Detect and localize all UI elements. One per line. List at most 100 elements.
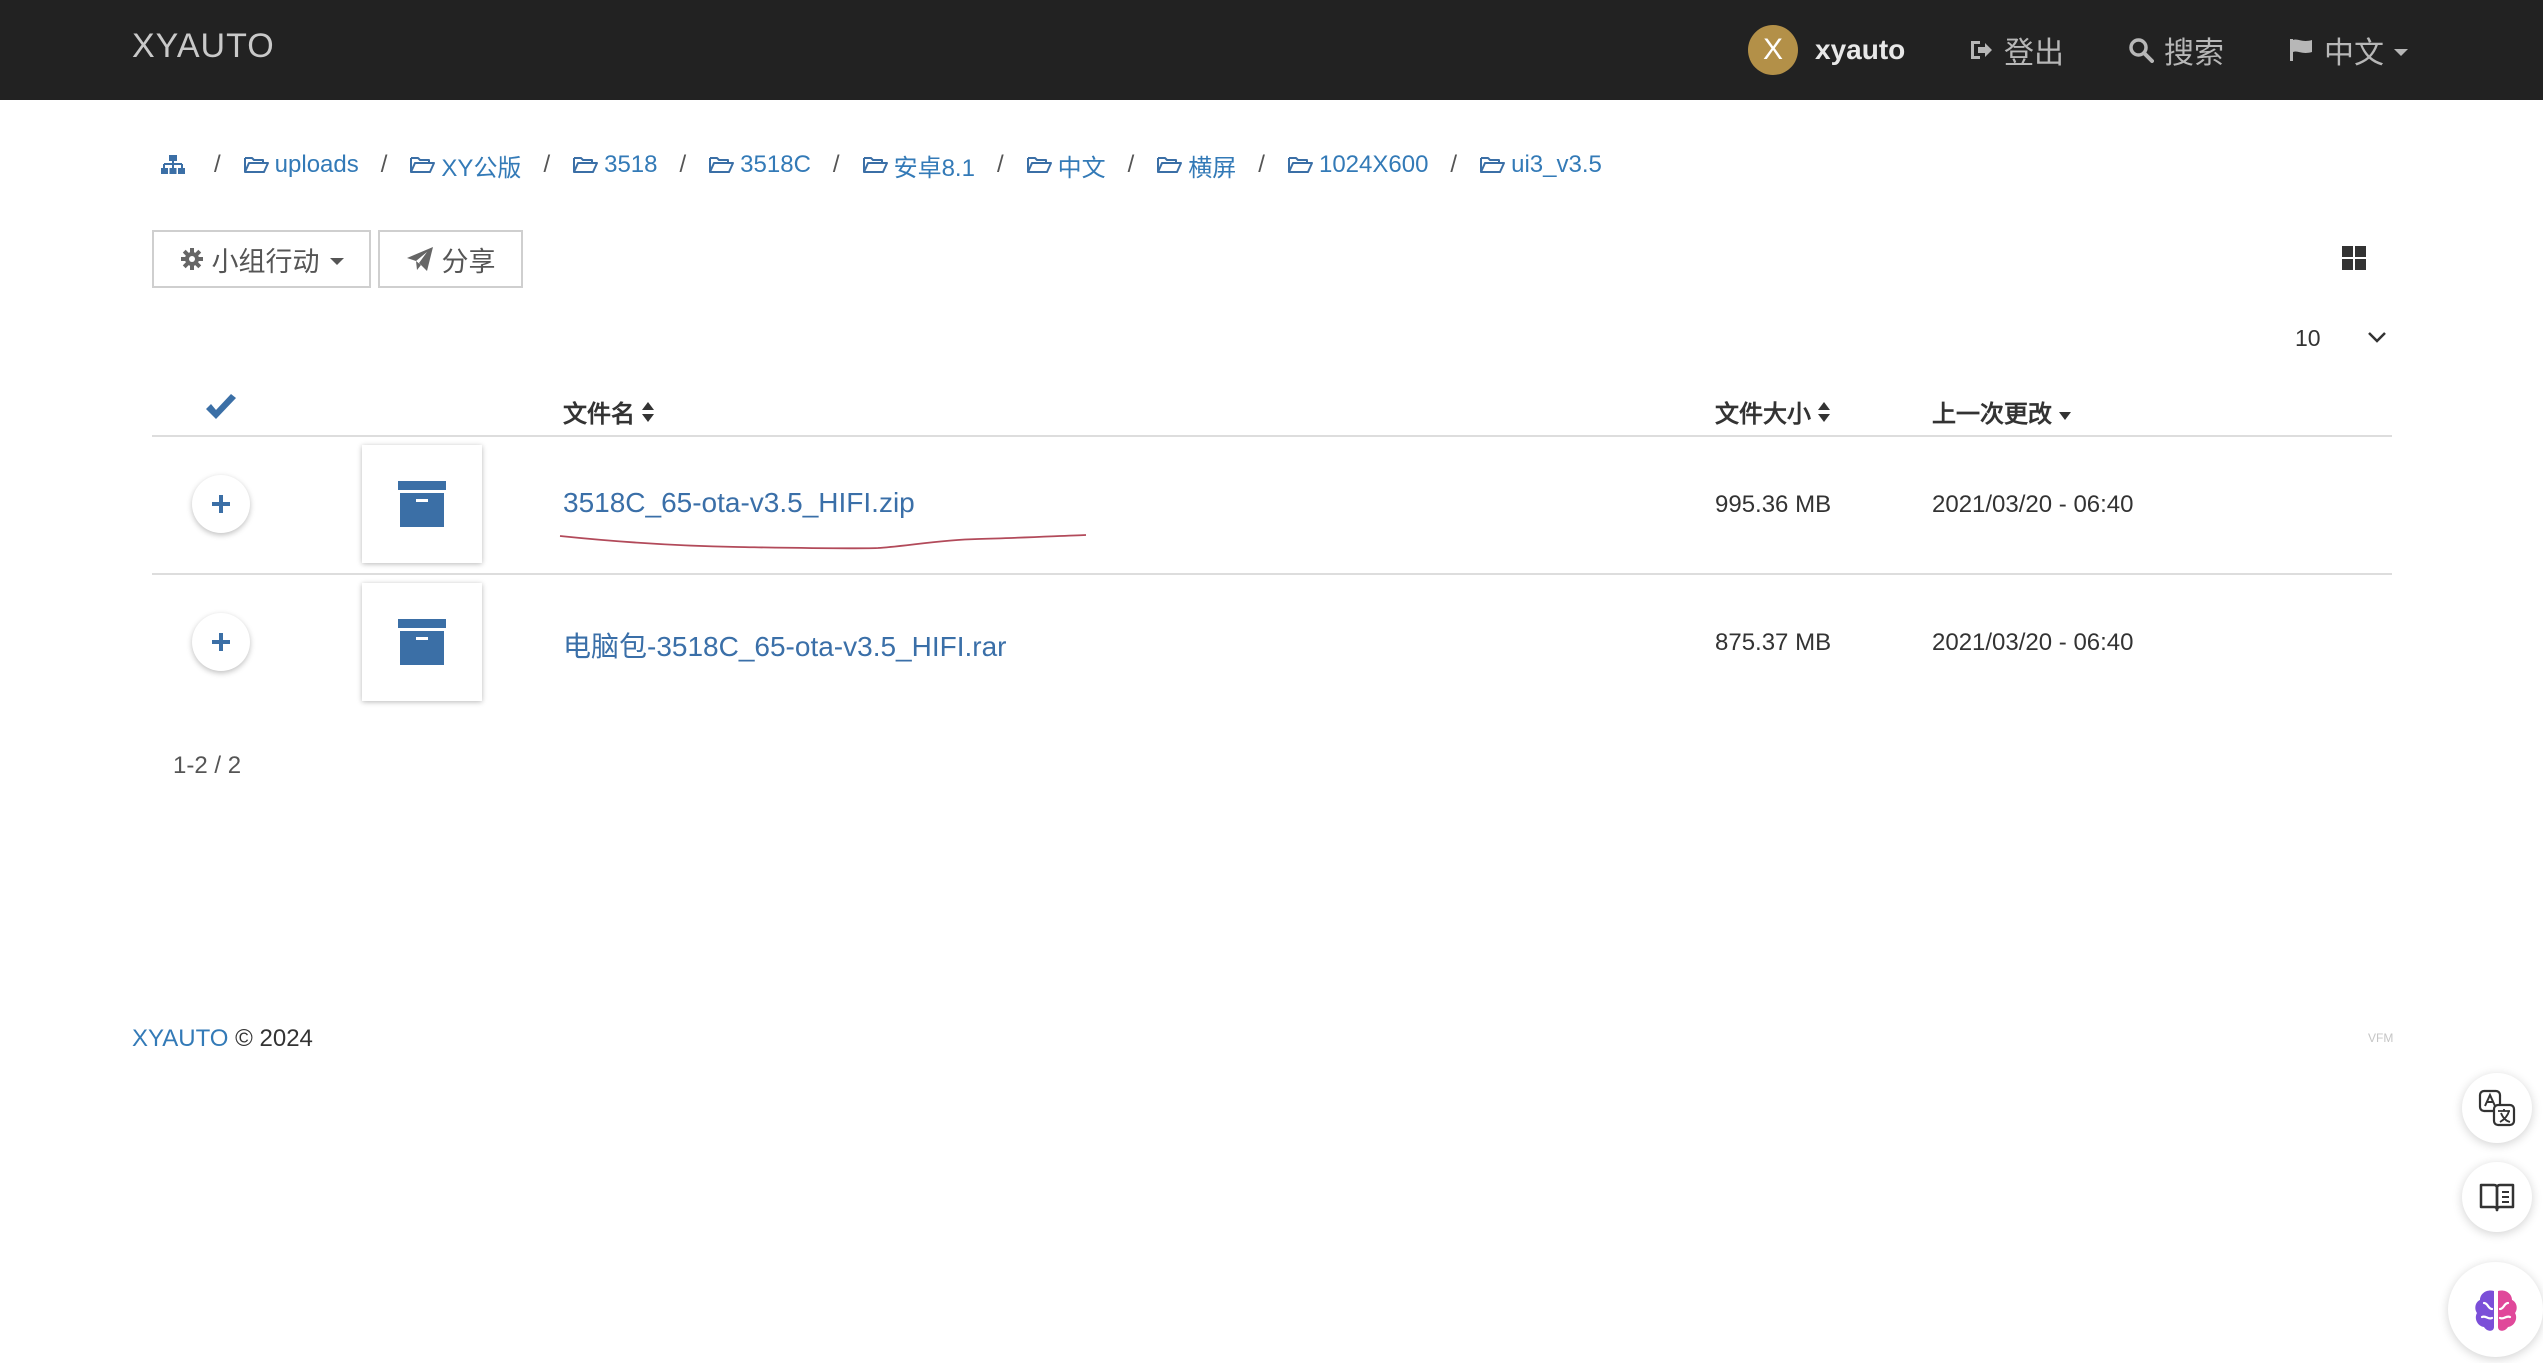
group-action-label: 小组行动 (211, 246, 320, 277)
search-label: 搜索 (2164, 37, 2224, 70)
top-navbar: XYAUTO X xyauto 登出 搜索 中文 (0, 0, 2543, 100)
folder-open-icon (1157, 157, 1183, 173)
breadcrumb-label: 横屏 (1188, 154, 1237, 182)
file-name-link[interactable]: 电脑包-3518C_65-ota-v3.5_HIFI.rar (563, 625, 1007, 665)
logout-button[interactable]: 登出 (1968, 0, 2064, 100)
breadcrumb-item[interactable]: uploads (243, 151, 359, 179)
column-header-label: 上一次更改 (1932, 401, 2052, 428)
share-button[interactable]: 分享 (378, 230, 523, 288)
chevron-down-icon (2368, 332, 2386, 343)
column-header-size[interactable]: 文件大小 (1715, 394, 1831, 429)
column-header-label: 文件名 (563, 401, 635, 428)
breadcrumb-item-current[interactable]: ui3_v3.5 (1479, 151, 1602, 179)
breadcrumb-label: 3518C (740, 151, 811, 178)
breadcrumb-separator: / (214, 151, 221, 178)
breadcrumb-item[interactable]: 安卓8.1 (862, 148, 975, 183)
breadcrumb-label: 3518 (604, 151, 658, 178)
breadcrumb-separator: / (1258, 151, 1265, 178)
sort-icon (642, 401, 654, 422)
avatar: X (1748, 25, 1798, 75)
breadcrumb-item[interactable]: 3518C (708, 151, 811, 179)
share-label: 分享 (441, 246, 496, 277)
username-label: xyauto (1815, 34, 1906, 65)
folder-open-icon (862, 157, 888, 173)
table-header: 文件名 文件大小 上一次更改 (152, 380, 2392, 437)
breadcrumb-label: uploads (274, 151, 359, 178)
footer-copyright: © 2024 (235, 1025, 313, 1052)
logout-label: 登出 (2004, 37, 2064, 70)
translate-icon (2478, 1089, 2516, 1127)
search-icon (2129, 38, 2154, 63)
breadcrumb: / uploads / XY公版 / 3518 / 3518C / 安卓8.1 … (160, 145, 1602, 185)
breadcrumb-label: XY公版 (441, 154, 522, 182)
column-header-name[interactable]: 文件名 (563, 394, 655, 429)
handwritten-underline (559, 534, 1087, 550)
file-table: 文件名 文件大小 上一次更改 3518C_65-ota-v3.5_HIFI.zi… (152, 380, 2392, 711)
file-size: 995.36 MB (1715, 491, 1832, 518)
folder-open-icon (1026, 157, 1052, 173)
table-row[interactable]: 电脑包-3518C_65-ota-v3.5_HIFI.rar 875.37 MB… (152, 575, 2392, 711)
breadcrumb-item[interactable]: 1024X600 (1287, 151, 1428, 179)
archive-icon (398, 619, 446, 665)
per-page-select[interactable]: 10 (2295, 325, 2386, 352)
file-thumbnail[interactable] (362, 583, 482, 701)
folder-open-icon (573, 157, 599, 173)
select-row-button[interactable] (192, 613, 250, 671)
caret-down-icon (2394, 48, 2408, 56)
column-header-modified[interactable]: 上一次更改 (1932, 394, 2072, 429)
user-menu[interactable]: X xyauto (1748, 0, 1905, 100)
group-action-button[interactable]: 小组行动 (152, 230, 371, 288)
footer-mark: VFM (2368, 1031, 2394, 1045)
caret-down-icon (329, 257, 344, 265)
flag-icon (2290, 39, 2312, 61)
table-row[interactable]: 3518C_65-ota-v3.5_HIFI.zip 995.36 MB 202… (152, 437, 2392, 575)
breadcrumb-home[interactable] (160, 154, 192, 176)
footer-brand-link[interactable]: XYAUTO (132, 1025, 228, 1052)
brain-icon (2474, 1290, 2517, 1331)
file-thumbnail[interactable] (362, 445, 482, 563)
paper-plane-icon (406, 247, 433, 271)
file-name-link[interactable]: 3518C_65-ota-v3.5_HIFI.zip (563, 487, 915, 519)
sort-desc-icon (2059, 411, 2071, 420)
folder-open-icon (1480, 157, 1506, 173)
gear-icon (180, 248, 203, 270)
archive-icon (398, 481, 446, 527)
select-all-check-icon[interactable] (204, 394, 238, 422)
breadcrumb-item[interactable]: XY公版 (409, 148, 521, 183)
breadcrumb-separator: / (996, 151, 1004, 178)
search-button[interactable]: 搜索 (2128, 0, 2224, 100)
ai-assistant-button[interactable] (2448, 1262, 2543, 1357)
breadcrumb-separator: / (832, 151, 840, 178)
breadcrumb-separator: / (679, 151, 687, 178)
breadcrumb-item[interactable]: 中文 (1026, 148, 1106, 183)
breadcrumb-separator: / (1450, 151, 1458, 178)
folder-open-icon (709, 157, 735, 173)
file-modified: 2021/03/20 - 06:40 (1932, 629, 2134, 656)
plus-icon (212, 495, 230, 513)
breadcrumb-separator: / (380, 151, 388, 178)
pagination-count: 1-2 / 2 (173, 752, 242, 779)
sort-icon (1818, 401, 1830, 422)
breadcrumb-label: 1024X600 (1318, 151, 1429, 178)
reader-button[interactable] (2462, 1162, 2532, 1232)
book-open-icon (2479, 1183, 2515, 1212)
per-page-value: 10 (2295, 325, 2321, 351)
folder-open-icon (243, 157, 269, 173)
sitemap-icon (161, 155, 185, 174)
translate-button[interactable] (2462, 1073, 2532, 1143)
breadcrumb-label: 中文 (1057, 154, 1106, 182)
breadcrumb-separator: / (543, 151, 551, 178)
folder-open-icon (1287, 157, 1313, 173)
language-dropdown[interactable]: 中文 (2288, 0, 2408, 100)
breadcrumb-item[interactable]: 横屏 (1156, 148, 1236, 183)
brand-logo[interactable]: XYAUTO (132, 27, 275, 66)
file-modified: 2021/03/20 - 06:40 (1932, 491, 2134, 518)
breadcrumb-label: 安卓8.1 (893, 154, 975, 182)
folder-open-icon (410, 157, 436, 173)
grid-view-icon[interactable] (2341, 245, 2367, 271)
language-label: 中文 (2324, 37, 2384, 70)
breadcrumb-label: ui3_v3.5 (1511, 151, 1602, 178)
select-row-button[interactable] (192, 475, 250, 533)
breadcrumb-separator: / (1127, 151, 1135, 178)
breadcrumb-item[interactable]: 3518 (572, 151, 658, 179)
